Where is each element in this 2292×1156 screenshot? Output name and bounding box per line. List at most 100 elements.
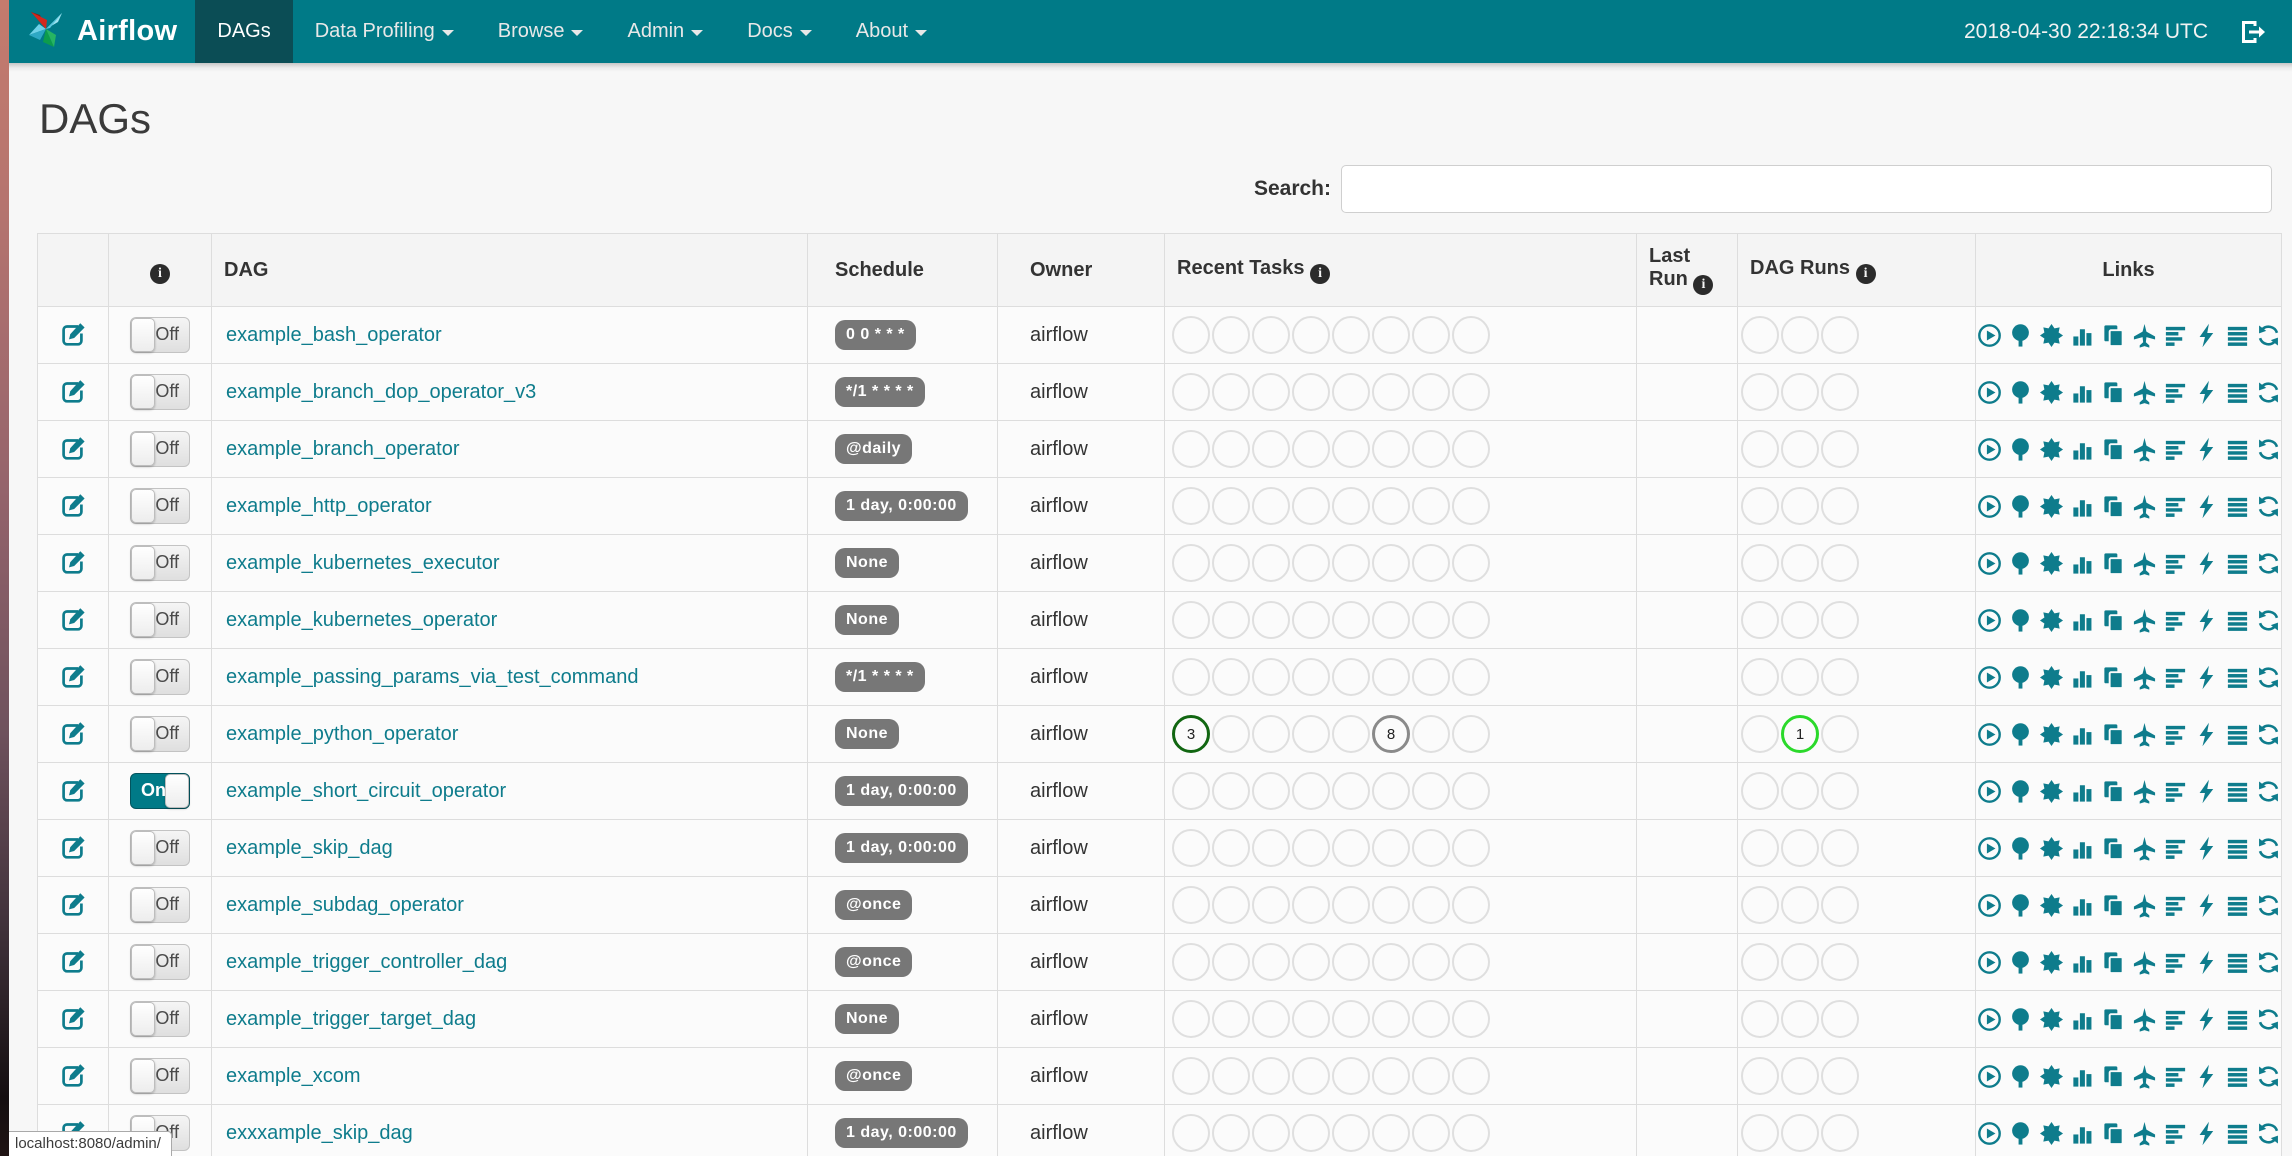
- dag-link[interactable]: exxxample_skip_dag: [226, 1122, 413, 1144]
- gantt-icon[interactable]: [2163, 323, 2188, 348]
- dag-pause-toggle[interactable]: Off: [130, 1058, 190, 1094]
- landing-times-icon[interactable]: [2132, 494, 2157, 519]
- graph-view-icon[interactable]: [2039, 494, 2064, 519]
- trigger-dag-icon[interactable]: [1977, 836, 2002, 861]
- dag-pause-toggle[interactable]: Off: [130, 488, 190, 524]
- landing-times-icon[interactable]: [2132, 722, 2157, 747]
- dag-link[interactable]: example_kubernetes_operator: [226, 609, 497, 631]
- task-duration-icon[interactable]: [2070, 722, 2095, 747]
- logout-icon[interactable]: [2238, 17, 2268, 47]
- edit-dag-icon[interactable]: [58, 719, 88, 749]
- task-duration-icon[interactable]: [2070, 494, 2095, 519]
- code-view-icon[interactable]: [2194, 437, 2219, 462]
- dag-pause-toggle[interactable]: Off: [130, 317, 190, 353]
- refresh-icon[interactable]: [2256, 380, 2281, 405]
- graph-view-icon[interactable]: [2039, 437, 2064, 462]
- task-duration-icon[interactable]: [2070, 950, 2095, 975]
- graph-view-icon[interactable]: [2039, 893, 2064, 918]
- refresh-icon[interactable]: [2256, 323, 2281, 348]
- edit-dag-icon[interactable]: [58, 320, 88, 350]
- tree-view-icon[interactable]: [2008, 722, 2033, 747]
- dag-link[interactable]: example_short_circuit_operator: [226, 780, 506, 802]
- task-tries-icon[interactable]: [2101, 494, 2126, 519]
- trigger-dag-icon[interactable]: [1977, 1121, 2002, 1146]
- nav-item-dags[interactable]: DAGs: [195, 0, 293, 63]
- refresh-icon[interactable]: [2256, 722, 2281, 747]
- logs-icon[interactable]: [2225, 380, 2250, 405]
- nav-item-browse[interactable]: Browse: [476, 0, 606, 63]
- edit-dag-icon[interactable]: [58, 662, 88, 692]
- refresh-icon[interactable]: [2256, 494, 2281, 519]
- logs-icon[interactable]: [2225, 437, 2250, 462]
- graph-view-icon[interactable]: [2039, 551, 2064, 576]
- task-tries-icon[interactable]: [2101, 893, 2126, 918]
- graph-view-icon[interactable]: [2039, 323, 2064, 348]
- code-view-icon[interactable]: [2194, 608, 2219, 633]
- graph-view-icon[interactable]: [2039, 950, 2064, 975]
- task-duration-icon[interactable]: [2070, 779, 2095, 804]
- refresh-icon[interactable]: [2256, 1007, 2281, 1032]
- trigger-dag-icon[interactable]: [1977, 494, 2002, 519]
- graph-view-icon[interactable]: [2039, 1007, 2064, 1032]
- trigger-dag-icon[interactable]: [1977, 1007, 2002, 1032]
- landing-times-icon[interactable]: [2132, 1064, 2157, 1089]
- graph-view-icon[interactable]: [2039, 665, 2064, 690]
- trigger-dag-icon[interactable]: [1977, 608, 2002, 633]
- recent-task-state-circle[interactable]: 8: [1372, 715, 1410, 753]
- dag-link[interactable]: example_http_operator: [226, 495, 432, 517]
- code-view-icon[interactable]: [2194, 836, 2219, 861]
- landing-times-icon[interactable]: [2132, 779, 2157, 804]
- dag-link[interactable]: example_trigger_controller_dag: [226, 951, 507, 973]
- tree-view-icon[interactable]: [2008, 665, 2033, 690]
- recent-task-state-circle[interactable]: 3: [1172, 715, 1210, 753]
- nav-item-about[interactable]: About: [834, 0, 949, 63]
- trigger-dag-icon[interactable]: [1977, 893, 2002, 918]
- trigger-dag-icon[interactable]: [1977, 551, 2002, 576]
- task-tries-icon[interactable]: [2101, 323, 2126, 348]
- task-tries-icon[interactable]: [2101, 380, 2126, 405]
- code-view-icon[interactable]: [2194, 494, 2219, 519]
- code-view-icon[interactable]: [2194, 950, 2219, 975]
- logs-icon[interactable]: [2225, 323, 2250, 348]
- graph-view-icon[interactable]: [2039, 1064, 2064, 1089]
- logs-icon[interactable]: [2225, 551, 2250, 576]
- tree-view-icon[interactable]: [2008, 1007, 2033, 1032]
- edit-dag-icon[interactable]: [58, 491, 88, 521]
- dag-link[interactable]: example_branch_operator: [226, 438, 460, 460]
- nav-item-admin[interactable]: Admin: [605, 0, 725, 63]
- graph-view-icon[interactable]: [2039, 1121, 2064, 1146]
- dag-pause-toggle[interactable]: Off: [130, 830, 190, 866]
- edit-dag-icon[interactable]: [58, 1004, 88, 1034]
- refresh-icon[interactable]: [2256, 551, 2281, 576]
- logs-icon[interactable]: [2225, 950, 2250, 975]
- trigger-dag-icon[interactable]: [1977, 437, 2002, 462]
- tree-view-icon[interactable]: [2008, 437, 2033, 462]
- refresh-icon[interactable]: [2256, 1064, 2281, 1089]
- refresh-icon[interactable]: [2256, 893, 2281, 918]
- edit-dag-icon[interactable]: [58, 1061, 88, 1091]
- task-tries-icon[interactable]: [2101, 950, 2126, 975]
- trigger-dag-icon[interactable]: [1977, 323, 2002, 348]
- tree-view-icon[interactable]: [2008, 779, 2033, 804]
- trigger-dag-icon[interactable]: [1977, 380, 2002, 405]
- refresh-icon[interactable]: [2256, 1121, 2281, 1146]
- refresh-icon[interactable]: [2256, 950, 2281, 975]
- gantt-icon[interactable]: [2163, 779, 2188, 804]
- dag-link[interactable]: example_kubernetes_executor: [226, 552, 500, 574]
- gantt-icon[interactable]: [2163, 551, 2188, 576]
- code-view-icon[interactable]: [2194, 665, 2219, 690]
- logs-icon[interactable]: [2225, 494, 2250, 519]
- landing-times-icon[interactable]: [2132, 893, 2157, 918]
- task-tries-icon[interactable]: [2101, 836, 2126, 861]
- dag-pause-toggle[interactable]: Off: [130, 1001, 190, 1037]
- task-duration-icon[interactable]: [2070, 608, 2095, 633]
- nav-item-data-profiling[interactable]: Data Profiling: [293, 0, 476, 63]
- task-duration-icon[interactable]: [2070, 437, 2095, 462]
- graph-view-icon[interactable]: [2039, 779, 2064, 804]
- dag-pause-toggle[interactable]: Off: [130, 431, 190, 467]
- landing-times-icon[interactable]: [2132, 323, 2157, 348]
- edit-dag-icon[interactable]: [58, 548, 88, 578]
- gantt-icon[interactable]: [2163, 893, 2188, 918]
- tree-view-icon[interactable]: [2008, 950, 2033, 975]
- code-view-icon[interactable]: [2194, 722, 2219, 747]
